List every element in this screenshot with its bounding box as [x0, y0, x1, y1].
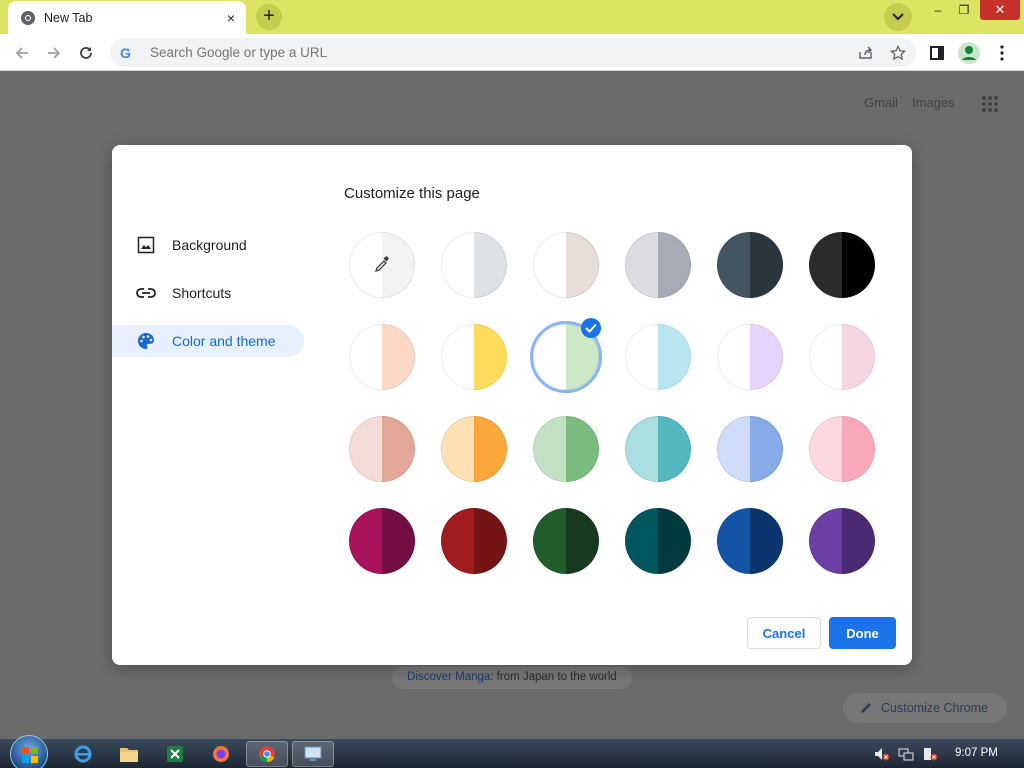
file-explorer-icon[interactable] — [108, 741, 150, 767]
promo-text: : from Japan to the world — [490, 671, 617, 683]
color-swatch[interactable] — [349, 324, 415, 390]
share-icon[interactable] — [856, 44, 876, 62]
back-arrow-icon — [15, 47, 28, 59]
customize-dialog: Background Shortcuts Color and theme Cus… — [112, 145, 912, 665]
sidebar-item-color-and-theme[interactable]: Color and theme — [112, 325, 304, 357]
customize-chrome-button[interactable]: Customize Chrome — [843, 693, 1007, 723]
network-icon[interactable] — [897, 746, 915, 762]
menu-button[interactable] — [989, 40, 1015, 66]
sidebar-item-label: Shortcuts — [172, 285, 232, 301]
new-tab-button[interactable]: + — [256, 4, 282, 30]
sidebar-item-shortcuts[interactable]: Shortcuts — [112, 277, 304, 309]
palette-icon — [136, 331, 156, 351]
color-swatch[interactable] — [717, 232, 783, 298]
cancel-button[interactable]: Cancel — [747, 617, 821, 649]
sidebar-item-background[interactable]: Background — [112, 229, 304, 261]
color-swatch[interactable] — [625, 232, 691, 298]
promo-link[interactable]: Discover Manga — [407, 671, 490, 683]
profile-avatar-icon — [958, 42, 980, 64]
customize-chrome-label: Customize Chrome — [881, 701, 988, 715]
color-swatch[interactable] — [809, 324, 875, 390]
color-swatch[interactable] — [441, 232, 507, 298]
sidebar-item-label: Background — [172, 237, 247, 253]
color-swatch[interactable] — [717, 416, 783, 482]
maximize-button[interactable]: ❐ — [950, 0, 978, 22]
image-icon — [136, 235, 156, 255]
color-swatch[interactable] — [533, 508, 599, 574]
checkmark-icon — [581, 318, 601, 338]
link-icon — [136, 283, 156, 303]
minimize-button[interactable]: – — [924, 0, 952, 22]
side-panel-icon — [930, 46, 944, 60]
color-swatch[interactable] — [625, 416, 691, 482]
browser-toolbar: G — [0, 34, 1024, 71]
ntp-promo: Discover Manga: from Japan to the world — [392, 667, 632, 689]
internet-explorer-icon[interactable] — [62, 741, 104, 767]
windows-logo-icon — [22, 747, 38, 763]
done-button[interactable]: Done — [829, 617, 896, 649]
firefox-icon[interactable] — [200, 741, 242, 767]
tab-title: New Tab — [44, 10, 93, 25]
bookmark-star-icon[interactable] — [888, 44, 908, 62]
color-swatch[interactable] — [717, 324, 783, 390]
color-swatch[interactable] — [533, 416, 599, 482]
chevron-down-icon — [892, 13, 904, 21]
eyedropper-icon — [374, 256, 389, 273]
side-panel-button[interactable] — [924, 40, 950, 66]
window-close-button[interactable]: ✕ — [980, 0, 1020, 20]
sidebar-item-label: Color and theme — [172, 333, 276, 349]
color-swatch[interactable] — [349, 416, 415, 482]
apps-grid-icon[interactable] — [981, 95, 999, 113]
color-swatch[interactable] — [625, 508, 691, 574]
taskbar-clock: 9:07 PM — [955, 747, 998, 759]
color-swatch[interactable] — [809, 416, 875, 482]
volume-muted-icon[interactable] — [873, 746, 891, 762]
profile-button[interactable] — [956, 40, 982, 66]
color-swatch-grid — [349, 232, 879, 577]
omnibox[interactable]: G — [110, 38, 916, 67]
back-button[interactable] — [9, 40, 35, 66]
color-swatch[interactable] — [349, 508, 415, 574]
pencil-icon — [861, 703, 871, 713]
tab-new-tab[interactable]: New Tab × — [8, 1, 246, 34]
omnibox-input[interactable] — [150, 45, 850, 60]
forward-arrow-icon — [48, 47, 61, 59]
remote-desktop-icon[interactable] — [292, 741, 334, 767]
images-link[interactable]: Images — [912, 95, 955, 110]
tab-close-icon[interactable]: × — [218, 10, 244, 26]
gmail-link[interactable]: Gmail — [864, 95, 898, 110]
reload-button[interactable] — [73, 40, 99, 66]
tab-search-button[interactable] — [884, 3, 912, 31]
custom-color-picker[interactable] — [349, 232, 415, 298]
color-swatch[interactable] — [441, 324, 507, 390]
dialog-title: Customize this page — [344, 185, 480, 202]
color-swatch[interactable] — [809, 232, 875, 298]
taskbar: 9:07 PM — [0, 735, 1024, 768]
chrome-icon[interactable] — [246, 741, 288, 767]
google-g-icon: G — [120, 44, 131, 61]
color-swatch[interactable] — [809, 508, 875, 574]
start-button[interactable] — [10, 735, 48, 768]
title-bar: New Tab × + – ❐ ✕ — [0, 0, 1024, 34]
color-swatch[interactable] — [717, 508, 783, 574]
color-swatch[interactable] — [441, 416, 507, 482]
forward-button[interactable] — [41, 40, 67, 66]
action-center-icon[interactable] — [921, 746, 939, 762]
color-swatch[interactable] — [625, 324, 691, 390]
color-swatch[interactable] — [441, 508, 507, 574]
kebab-menu-icon — [1000, 45, 1004, 61]
reload-icon — [80, 47, 92, 59]
excel-icon[interactable] — [154, 741, 196, 767]
chrome-logo-icon — [20, 10, 36, 26]
color-swatch[interactable] — [533, 232, 599, 298]
